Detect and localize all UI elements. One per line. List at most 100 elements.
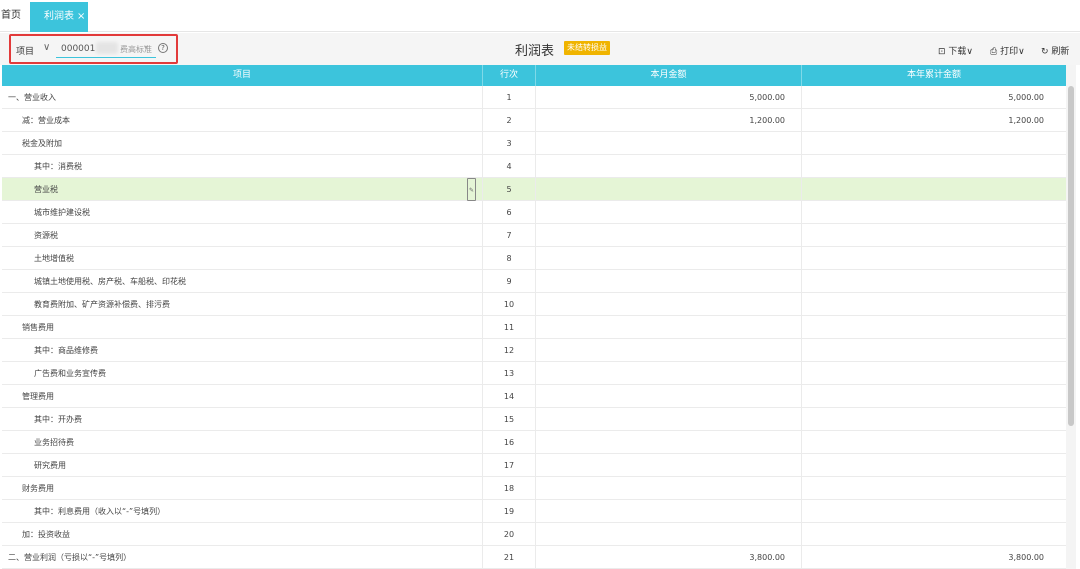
row-month-amount[interactable] [535,362,801,385]
row-item-name: 其中：开办费 [34,415,82,424]
row-month-amount[interactable] [535,408,801,431]
table-row[interactable]: 其中：开办费 15 [2,408,1066,431]
row-line-no: 16 [482,431,535,454]
row-year-amount[interactable]: 5,000.00 [801,86,1066,109]
tab-label: 利润表 [44,11,74,22]
row-year-amount[interactable] [801,454,1066,477]
refresh-icon: ↻ [1041,47,1049,57]
project-value: 000001 [61,44,96,54]
help-icon[interactable]: ? [158,43,168,53]
tab-income-statement[interactable]: 利润表 × [30,2,88,32]
status-badge: 未结转损益 [564,41,610,55]
row-item-name: 营业税 [34,185,58,194]
row-line-no: 18 [482,477,535,500]
row-month-amount[interactable]: 3,800.00 [535,546,801,569]
row-item-name: 资源税 [34,231,58,240]
table-row[interactable]: 管理费用 14 [2,385,1066,408]
row-month-amount[interactable] [535,178,801,201]
row-year-amount[interactable]: 3,800.00 [801,546,1066,569]
table-row[interactable]: 城市维护建设税 6 [2,201,1066,224]
table-row[interactable]: 税金及附加 3 [2,132,1066,155]
header-item: 项目 [232,70,251,80]
edit-icon[interactable]: ✎ [467,178,476,201]
row-line-no: 15 [482,408,535,431]
table-row[interactable]: 城镇土地使用税、房产税、车船税、印花税 9 [2,270,1066,293]
row-item-name: 一、营业收入 [8,93,56,102]
row-year-amount[interactable] [801,477,1066,500]
row-item-name: 财务费用 [22,484,54,493]
row-year-amount[interactable] [801,339,1066,362]
row-month-amount[interactable] [535,431,801,454]
row-year-amount[interactable] [801,178,1066,201]
table-row[interactable]: 业务招待费 16 [2,431,1066,454]
row-month-amount[interactable] [535,477,801,500]
row-month-amount[interactable] [535,385,801,408]
row-month-amount[interactable] [535,523,801,546]
row-year-amount[interactable] [801,224,1066,247]
row-item-name: 城市维护建设税 [34,208,90,217]
table-row[interactable]: 加：投资收益 20 [2,523,1066,546]
row-year-amount[interactable] [801,132,1066,155]
row-month-amount[interactable] [535,454,801,477]
row-year-amount[interactable] [801,270,1066,293]
row-item-name: 其中：消费税 [34,162,82,171]
refresh-button[interactable]: ↻ 刷新 [1041,44,1069,57]
row-month-amount[interactable] [535,201,801,224]
blurred-text [96,42,118,54]
row-year-amount[interactable] [801,316,1066,339]
table-row[interactable]: 土地增值税 8 [2,247,1066,270]
table-row[interactable]: 其中：利息费用（收入以“-”号填列） 19 [2,500,1066,523]
row-month-amount[interactable] [535,316,801,339]
table-row[interactable]: 研究费用 17 [2,454,1066,477]
table-row[interactable]: 销售费用 11 [2,316,1066,339]
chevron-down-icon[interactable]: ∨ [43,42,50,53]
row-year-amount[interactable] [801,155,1066,178]
row-item-name: 城镇土地使用税、房产税、车船税、印花税 [34,277,186,286]
row-line-no: 17 [482,454,535,477]
row-month-amount[interactable] [535,339,801,362]
row-month-amount[interactable] [535,293,801,316]
row-item-name: 减：营业成本 [22,116,70,125]
row-line-no: 21 [482,546,535,569]
table-row[interactable]: 营业税 5 ✎ [2,178,1066,201]
table-row[interactable]: 资源税 7 [2,224,1066,247]
download-button[interactable]: ⊡ 下载∨ [938,44,973,57]
row-line-no: 10 [482,293,535,316]
row-year-amount[interactable]: 1,200.00 [801,109,1066,132]
row-year-amount[interactable] [801,408,1066,431]
row-item-name: 税金及附加 [22,139,62,148]
row-year-amount[interactable] [801,500,1066,523]
scrollbar-thumb[interactable] [1068,86,1074,426]
table-row[interactable]: 二、营业利润（亏损以“-”号填列） 21 3,800.00 3,800.00 [2,546,1066,569]
row-month-amount[interactable] [535,500,801,523]
row-line-no: 12 [482,339,535,362]
row-month-amount[interactable] [535,155,801,178]
row-line-no: 2 [482,109,535,132]
row-month-amount[interactable]: 5,000.00 [535,86,801,109]
row-month-amount[interactable] [535,270,801,293]
row-item-name: 广告费和业务宣传费 [34,369,106,378]
row-year-amount[interactable] [801,362,1066,385]
print-button[interactable]: ⎙ 打印∨ [990,44,1025,57]
row-month-amount[interactable] [535,224,801,247]
row-year-amount[interactable] [801,385,1066,408]
table-row[interactable]: 广告费和业务宣传费 13 [2,362,1066,385]
row-year-amount[interactable] [801,431,1066,454]
table-row[interactable]: 一、营业收入 1 5,000.00 5,000.00 [2,86,1066,109]
row-month-amount[interactable]: 1,200.00 [535,109,801,132]
row-year-amount[interactable] [801,293,1066,316]
table-row[interactable]: 其中：商品维修费 12 [2,339,1066,362]
table-row[interactable]: 减：营业成本 2 1,200.00 1,200.00 [2,109,1066,132]
dropdown-arrow-icon[interactable]: ▾ [144,43,148,52]
row-line-no: 8 [482,247,535,270]
table-row[interactable]: 其中：消费税 4 [2,155,1066,178]
row-year-amount[interactable] [801,201,1066,224]
close-icon[interactable]: × [77,11,85,22]
table-row[interactable]: 财务费用 18 [2,477,1066,500]
row-year-amount[interactable] [801,523,1066,546]
row-year-amount[interactable] [801,247,1066,270]
table-row[interactable]: 教育费附加、矿产资源补偿费、排污费 10 [2,293,1066,316]
row-month-amount[interactable] [535,247,801,270]
row-month-amount[interactable] [535,132,801,155]
tab-home[interactable]: 首页 [0,0,21,32]
